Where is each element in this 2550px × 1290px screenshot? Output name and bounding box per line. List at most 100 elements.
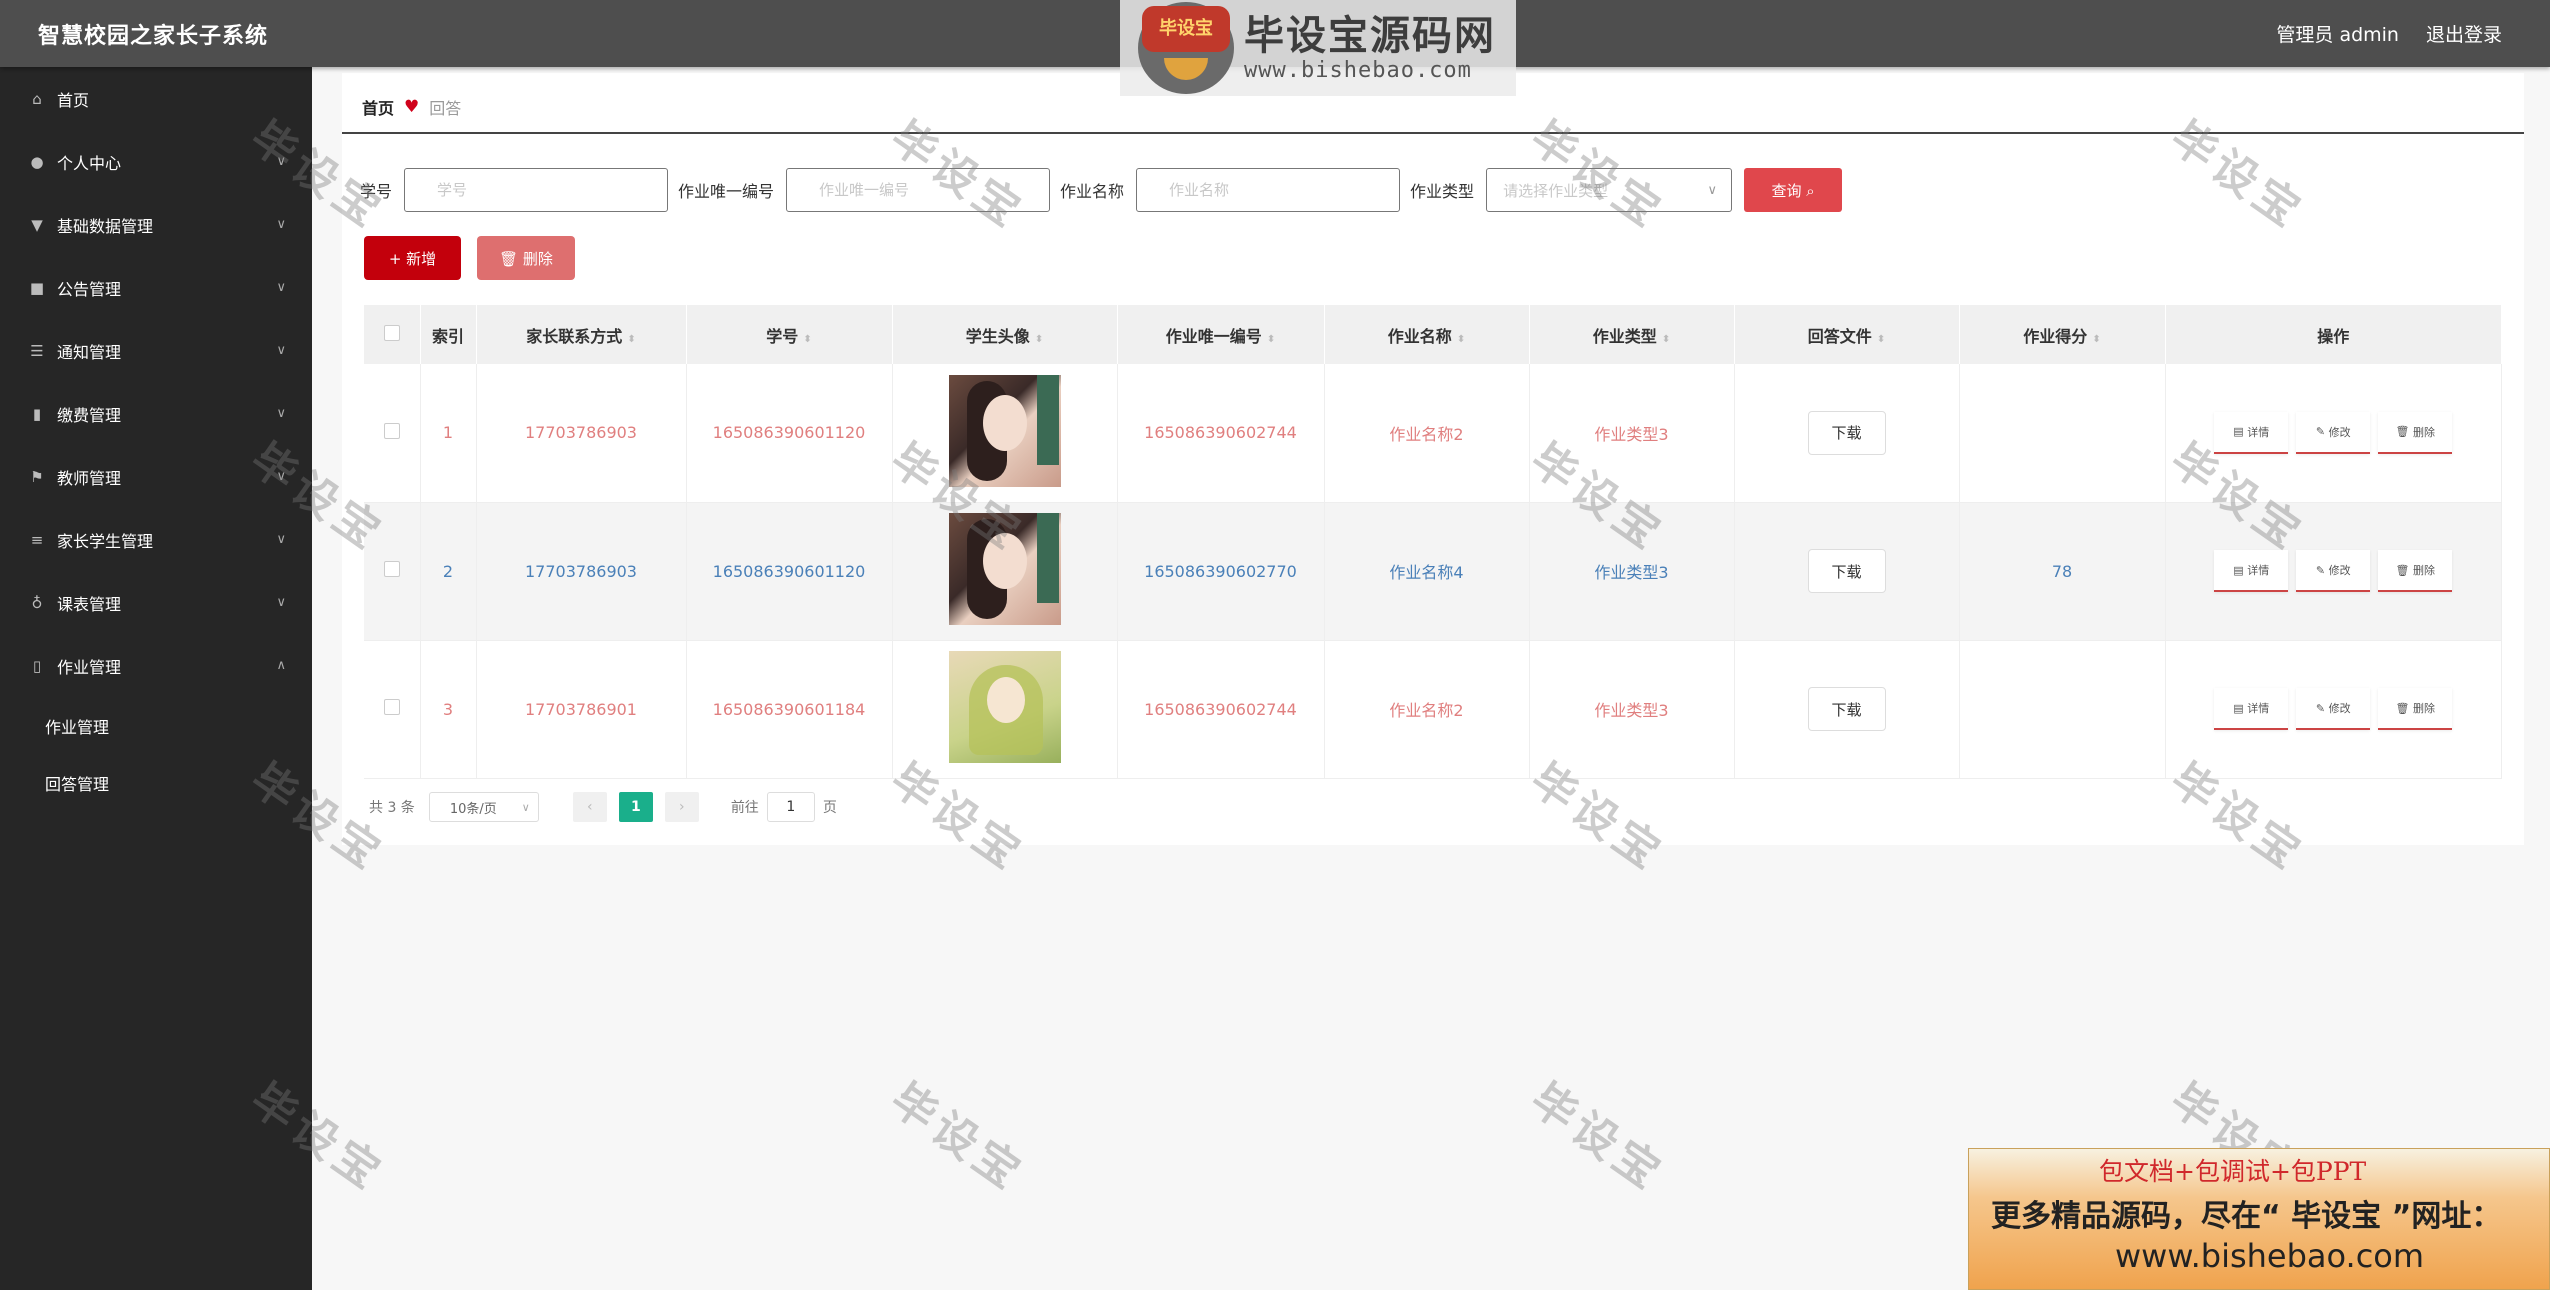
cell-index: 3 [420,640,477,779]
col-answer-file[interactable]: 回答文件 ⬍ [1734,305,1960,364]
sidebar-item-parents-students[interactable]: ≡ 家长学生管理 ∨ [0,508,312,571]
page-size-value: 10条/页 [449,801,497,817]
app-title: 智慧校园之家长子系统 [38,24,269,49]
detail-button[interactable]: ▤ 详情 [2214,550,2289,592]
col-hw-type[interactable]: 作业类型 ⬍ [1529,305,1735,364]
download-button[interactable]: 下载 [1807,549,1886,593]
query-button-label: 查询 [1771,181,1802,200]
hw-name-label: 作业名称 [1060,182,1125,201]
cell-hw-type: 作业类型3 [1529,640,1735,779]
row-delete-button[interactable]: 🗑 删除 [2378,411,2453,454]
col-phone[interactable]: 家长联系方式 ⬍ [476,305,687,364]
logout-link[interactable]: 退出登录 [2426,20,2502,47]
table-row: 3 17703786901 165086390601184 1650863906… [364,640,2502,779]
prev-page-button[interactable]: ‹ [572,792,607,822]
sidebar-item-homework[interactable]: ▯ 作业管理 ∧ [0,634,312,697]
col-avatar[interactable]: 学生头像 ⬍ [892,305,1118,364]
page-number-current[interactable]: 1 [618,792,653,822]
sidebar-subitem-answers[interactable]: 回答管理 [0,754,312,811]
student-avatar-image[interactable] [948,374,1061,487]
flag-icon: ⚑ [30,467,44,486]
edit-button[interactable]: ✎ 修改 [2296,550,2371,592]
row-checkbox[interactable] [383,561,400,577]
pencil-icon: ✎ [2315,701,2326,715]
logo-site-name: 毕设宝源码网 [1244,12,1496,59]
hw-id-label: 作业唯一编号 [678,182,775,201]
edit-button[interactable]: ✎ 修改 [2296,688,2371,730]
cell-phone: 17703786903 [476,364,687,503]
edit-button[interactable]: ✎ 修改 [2296,411,2371,454]
sidebar-item-basic-data[interactable]: ▼ 基础数据管理 ∨ [0,193,312,256]
col-hw-id-label: 作业唯一编号 [1165,326,1262,346]
current-user[interactable]: 管理员 admin [2276,20,2399,47]
home-icon: ⌂ [32,89,42,108]
hw-name-input[interactable] [1136,168,1401,212]
cell-student-id: 165086390601184 [686,640,893,779]
row-delete-button[interactable]: 🗑 删除 [2378,550,2453,592]
detail-label: 详情 [2247,702,2270,715]
goto-page-input[interactable]: 1 [766,792,815,822]
row-delete-button[interactable]: 🗑 删除 [2378,688,2453,730]
search-bar: 学号 作业唯一编号 作业名称 作业类型 请选择作业类型 ∨ 查询 ⌕ [360,168,1843,212]
student-id-input[interactable] [404,168,669,212]
download-button[interactable]: 下载 [1807,410,1886,455]
edit-label: 修改 [2328,425,2351,439]
hw-id-input[interactable] [786,168,1051,212]
col-hw-id[interactable]: 作业唯一编号 ⬍ [1117,305,1325,364]
sidebar-subitem-homework[interactable]: 作业管理 [0,697,312,754]
list-icon: ≡ [30,530,44,549]
sort-icon: ⬍ [627,333,636,345]
cell-score [1959,640,2166,779]
sidebar-item-home[interactable]: ⌂ 首页 [0,67,312,130]
next-page-button[interactable]: › [664,792,699,822]
chevron-down-icon: ∨ [276,532,286,547]
edit-label: 修改 [2328,564,2351,577]
detail-button[interactable]: ▤ 详情 [2214,411,2289,454]
col-phone-label: 家长联系方式 [526,326,623,346]
table-header-row: 索引 家长联系方式 ⬍ 学号 ⬍ 学生头像 ⬍ 作业唯一编号 ⬍ 作业名称 ⬍ 作业类型 ⬍… [364,305,2502,364]
cell-student-id: 165086390601120 [686,364,893,503]
cell-phone: 17703786901 [476,640,687,779]
col-score[interactable]: 作业得分 ⬍ [1959,305,2166,364]
top-right-actions: 管理员 admin 退出登录 [2276,20,2502,47]
sidebar-item-teachers[interactable]: ⚑ 教师管理 ∨ [0,445,312,508]
hw-type-select[interactable]: 请选择作业类型 ∨ [1486,168,1733,212]
cell-answer-file: 下载 [1734,364,1960,503]
page-jump: 前往 1 页 [731,792,837,822]
row-checkbox[interactable] [383,699,400,715]
select-all-checkbox[interactable] [383,324,400,341]
cell-hw-name: 作业名称2 [1324,640,1530,779]
row-checkbox[interactable] [383,422,400,439]
student-avatar-image[interactable] [948,513,1061,625]
promo-line-3: www.bishebao.com [2115,1237,2425,1275]
chevron-down-icon: ∨ [1707,182,1718,198]
detail-label: 详情 [2247,564,2270,577]
page-size-select[interactable]: 10条/页 ∨ [428,792,539,822]
student-avatar-image[interactable] [948,651,1061,763]
download-button[interactable]: 下载 [1807,687,1886,731]
batch-delete-button[interactable]: 🗑 删除 [477,236,575,280]
sidebar-item-schedule[interactable]: ♁ 课表管理 ∨ [0,571,312,634]
query-button[interactable]: 查询 ⌕ [1744,168,1843,212]
cell-avatar [892,640,1118,779]
cell-operations: ▤ 详情 ✎ 修改 🗑 删除 [2165,640,2502,779]
sidebar-item-payments[interactable]: ▮ 缴费管理 ∨ [0,382,312,445]
breadcrumb-home[interactable]: 首页 [362,95,394,119]
cell-score [1959,364,2166,503]
sidebar-item-notifications[interactable]: ☰ 通知管理 ∨ [0,319,312,382]
sidebar-item-announcements[interactable]: ■ 公告管理 ∨ [0,256,312,319]
add-button[interactable]: + 新增 [364,236,461,280]
cell-hw-type: 作业类型3 [1529,364,1735,503]
trash-icon: 🗑 [499,249,519,268]
row-delete-label: 删除 [2412,564,2435,577]
sort-icon: ⬍ [1456,333,1466,345]
cell-hw-name: 作业名称2 [1324,364,1530,503]
sidebar-item-label: 通知管理 [57,342,122,362]
chevron-up-icon: ∧ [276,658,286,673]
col-hw-name[interactable]: 作业名称 ⬍ [1324,305,1530,364]
chevron-down-icon: ∨ [276,469,286,484]
col-student-id[interactable]: 学号 ⬍ [686,305,893,364]
sidebar-item-profile[interactable]: ● 个人中心 ∨ [0,130,312,193]
pencil-icon: ✎ [2315,425,2326,439]
detail-button[interactable]: ▤ 详情 [2214,688,2289,730]
